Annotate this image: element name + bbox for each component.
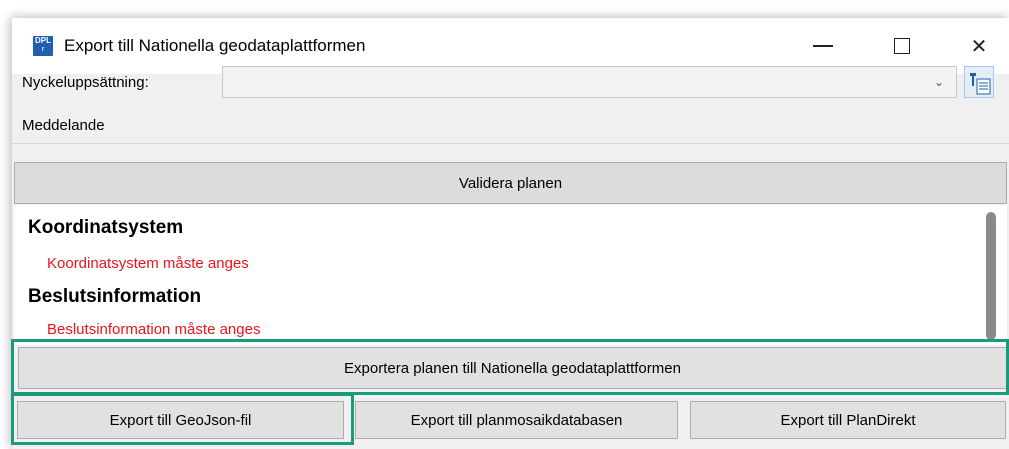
export-planmosaik-button[interactable]: Export till planmosaikdatabasen bbox=[355, 401, 678, 439]
export-geojson-button[interactable]: Export till GeoJson-fil bbox=[17, 401, 344, 439]
key-set-dropdown[interactable]: ⌄ bbox=[222, 66, 957, 98]
app-icon-text: DPL bbox=[35, 36, 51, 45]
message-scrollbar[interactable] bbox=[986, 212, 996, 340]
app-icon: DPL r bbox=[33, 36, 53, 56]
export-national-button[interactable]: Exportera planen till Nationella geodata… bbox=[18, 347, 1007, 389]
maximize-icon bbox=[894, 38, 910, 54]
validate-plan-button[interactable]: Validera planen bbox=[14, 162, 1007, 204]
close-icon: ✕ bbox=[970, 35, 988, 58]
key-set-label: Nyckeluppsättning: bbox=[22, 74, 149, 91]
message-group-border bbox=[12, 143, 1009, 146]
minimize-icon bbox=[813, 45, 833, 47]
message-heading: Beslutsinformation bbox=[28, 286, 202, 307]
app-icon-subtext: r bbox=[41, 46, 45, 53]
message-heading: Koordinatsystem bbox=[28, 217, 184, 238]
export-plandirekt-button[interactable]: Export till PlanDirekt bbox=[690, 401, 1006, 439]
key-list-button[interactable] bbox=[964, 66, 994, 98]
message-list: Koordinatsystem Koordinatsystem måste an… bbox=[14, 205, 1007, 345]
key-list-icon bbox=[970, 73, 991, 95]
window-title: Export till Nationella geodataplattforme… bbox=[64, 36, 366, 55]
message-group-legend: Meddelande bbox=[22, 117, 111, 134]
message-error: Koordinatsystem måste anges bbox=[47, 255, 249, 272]
message-error: Beslutsinformation måste anges bbox=[47, 321, 261, 338]
chevron-down-icon: ⌄ bbox=[933, 75, 944, 89]
